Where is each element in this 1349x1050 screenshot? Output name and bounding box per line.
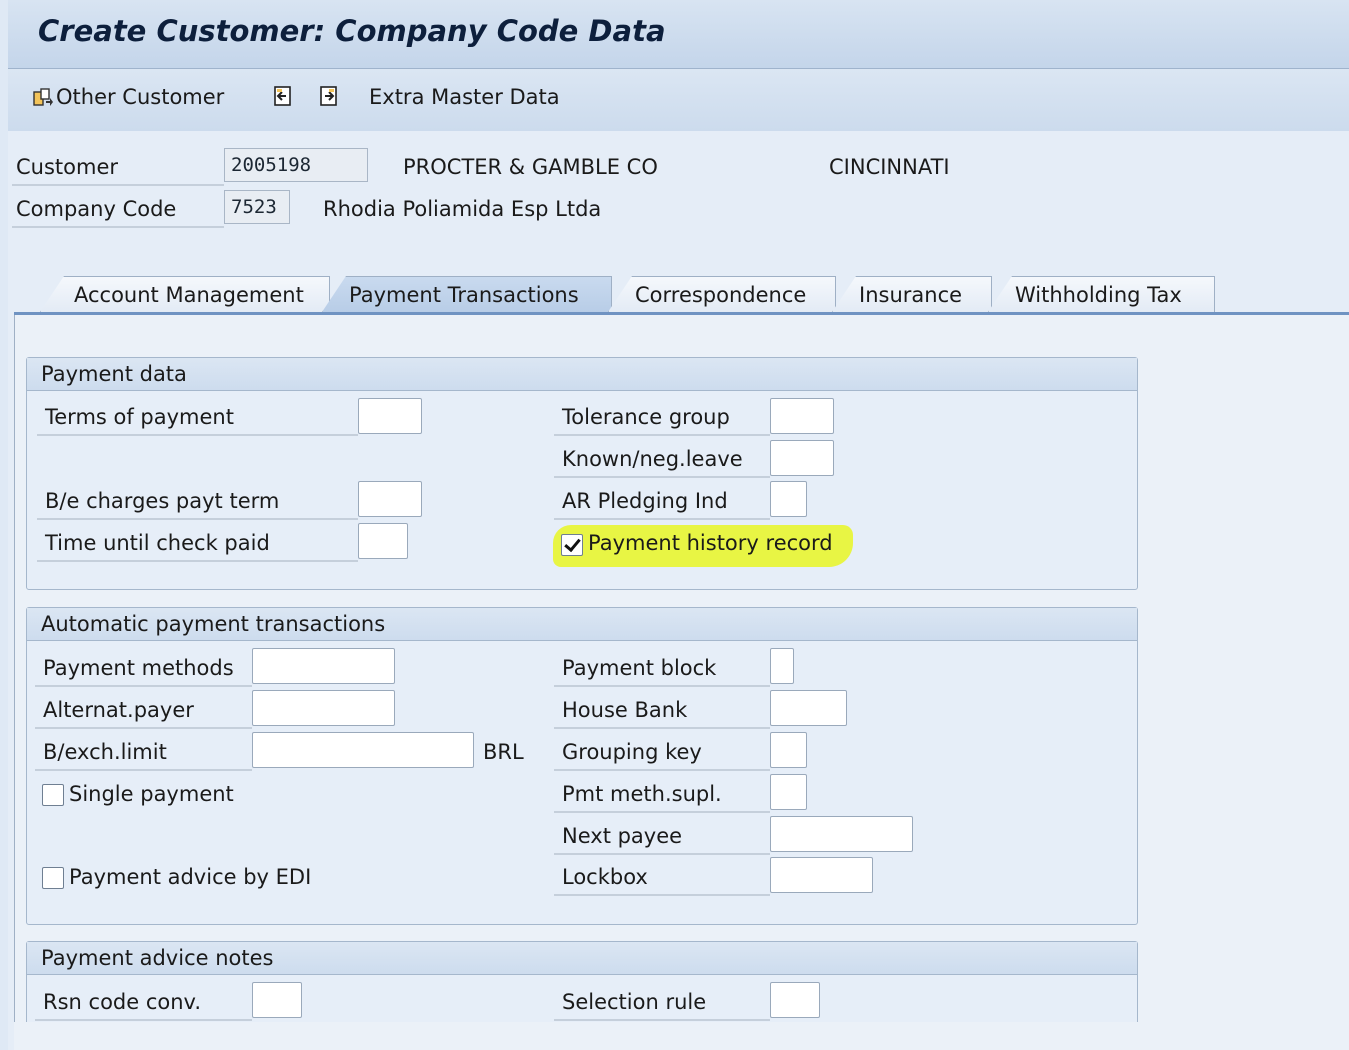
rsn-code-conv-input[interactable] [252,982,302,1018]
payment-block-label-field: Payment block [554,651,770,687]
payment-advice-notes-title: Payment advice notes [27,942,1137,975]
payment-history-record-checkbox[interactable] [561,534,583,556]
panel-bottom-strip [14,1022,1349,1050]
customer-city: CINCINNATI [829,155,950,179]
other-object-icon [33,88,53,106]
terms-of-payment-label: Terms of payment [45,405,234,429]
ar-pledging-ind-label-field: AR Pledging Ind [554,484,770,520]
company-code-label-field: Company Code [12,192,224,228]
time-until-check-paid-input[interactable] [358,523,408,559]
window-title: Create Customer: Company Code Data [38,14,666,48]
single-payment-label: Single payment [69,782,234,806]
other-customer-button[interactable]: Other Customer [32,85,224,109]
company-code-field[interactable]: 7523 [224,190,290,224]
ar-pledging-ind-label: AR Pledging Ind [562,489,728,513]
customer-label: Customer [16,155,119,179]
ar-pledging-ind-input[interactable] [770,481,807,517]
next-screen-button[interactable] [318,85,340,107]
payment-methods-input[interactable] [252,648,395,684]
payment-methods-label-field: Payment methods [35,651,252,687]
tolerance-group-label-field: Tolerance group [554,400,770,436]
rsn-code-conv-label: Rsn code conv. [43,990,202,1014]
alternat-payer-input[interactable] [252,690,395,726]
grouping-key-label: Grouping key [562,740,702,764]
rsn-code-conv-label-field: Rsn code conv. [35,985,252,1021]
known-neg-leave-input[interactable] [770,440,834,476]
known-neg-leave-label: Known/neg.leave [562,447,743,471]
next-payee-input[interactable] [770,816,913,852]
payment-block-label: Payment block [562,656,717,680]
application-toolbar: Other Customer Extra Master Data [8,69,1349,132]
payment-advice-edi-label: Payment advice by EDI [69,865,312,889]
house-bank-label: House Bank [562,698,688,722]
tolerance-group-label: Tolerance group [562,405,730,429]
customer-number-field[interactable]: 2005198 [224,148,368,182]
payment-history-record-label: Payment history record [588,531,833,555]
other-customer-label: Other Customer [56,85,225,109]
bexch-limit-label: B/exch.limit [43,740,167,764]
house-bank-label-field: House Bank [554,693,770,729]
next-page-icon [320,86,337,106]
next-payee-label-field: Next payee [554,819,770,855]
payment-methods-label: Payment methods [43,656,234,680]
tab-withholding-tax[interactable]: Withholding Tax [988,276,1215,312]
next-payee-label: Next payee [562,824,683,848]
be-charges-label-field: B/e charges payt term [37,484,358,520]
time-until-check-paid-label: Time until check paid [45,531,270,555]
be-charges-label: B/e charges payt term [45,489,280,513]
customer-label-field: Customer [12,150,224,186]
known-neg-leave-label-field: Known/neg.leave [554,442,770,478]
title-bar: Create Customer: Company Code Data [8,0,1349,69]
extra-master-data-button[interactable]: Extra Master Data [369,85,560,109]
be-charges-input[interactable] [358,481,422,517]
payment-advice-edi-checkbox[interactable] [42,867,64,889]
lockbox-label-field: Lockbox [554,860,770,896]
single-payment-checkbox[interactable] [42,784,64,806]
lockbox-input[interactable] [770,857,873,893]
tolerance-group-input[interactable] [770,398,834,434]
extra-master-data-label: Extra Master Data [369,85,560,109]
lockbox-label: Lockbox [562,865,648,889]
terms-of-payment-label-field: Terms of payment [37,400,358,436]
pmt-meth-supl-label: Pmt meth.supl. [562,782,722,806]
house-bank-input[interactable] [770,690,847,726]
grouping-key-input[interactable] [770,732,807,768]
previous-screen-button[interactable] [272,85,294,107]
currency-label: BRL [483,740,524,764]
bexch-limit-input[interactable] [252,732,474,768]
tab-correspondence[interactable]: Correspondence [608,276,836,312]
company-code-label: Company Code [16,197,177,221]
alternat-payer-label-field: Alternat.payer [35,693,252,729]
automatic-payment-title: Automatic payment transactions [27,608,1137,641]
selection-rule-input[interactable] [770,982,820,1018]
pmt-meth-supl-input[interactable] [770,774,807,810]
terms-of-payment-input[interactable] [358,398,422,434]
tab-account-management[interactable]: Account Management [40,276,330,312]
bexch-limit-label-field: B/exch.limit [35,735,252,771]
payment-data-title: Payment data [27,358,1137,391]
selection-rule-label-field: Selection rule [554,985,770,1021]
customer-name: PROCTER & GAMBLE CO [403,155,658,179]
grouping-key-label-field: Grouping key [554,735,770,771]
time-until-check-paid-label-field: Time until check paid [37,526,358,562]
tab-insurance[interactable]: Insurance [832,276,992,312]
tab-payment-transactions[interactable]: Payment Transactions [322,276,612,312]
alternat-payer-label: Alternat.payer [43,698,194,722]
previous-page-icon [274,86,291,106]
selection-rule-label: Selection rule [562,990,707,1014]
pmt-meth-supl-label-field: Pmt meth.supl. [554,777,770,813]
payment-block-input[interactable] [770,648,794,684]
company-name: Rhodia Poliamida Esp Ltda [323,197,602,221]
